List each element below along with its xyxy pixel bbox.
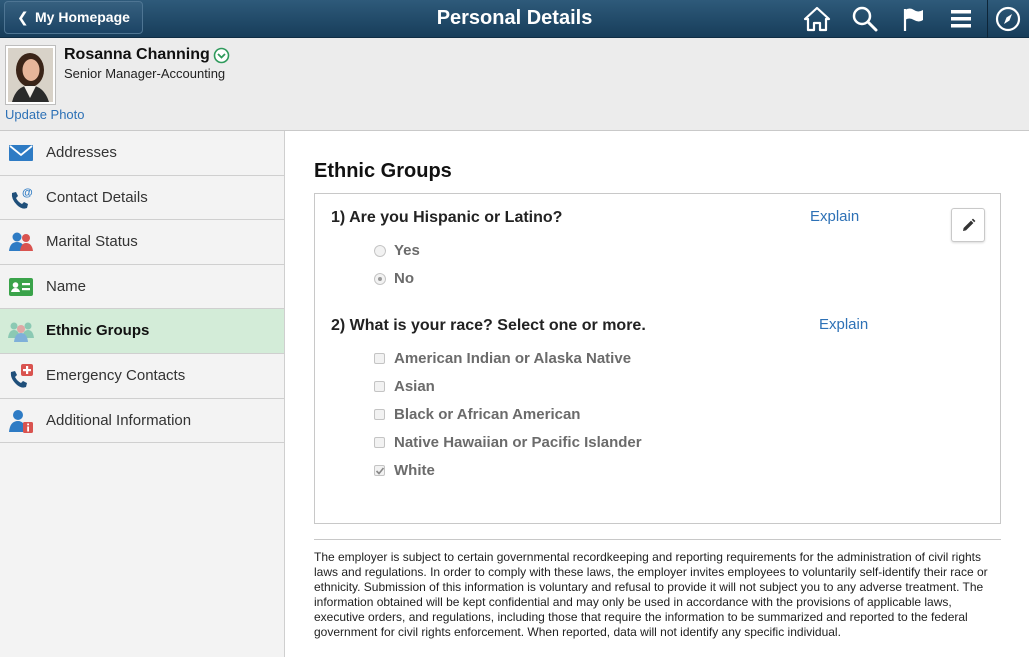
sidebar-item-label: Emergency Contacts [46,366,186,384]
checkbox-american-indian[interactable] [374,353,385,364]
employee-photo [5,45,56,105]
checkbox-native-hawaiian[interactable] [374,437,385,448]
top-banner: Personal Details ❮ My Homepage [0,0,1029,38]
back-button-label: My Homepage [35,9,130,25]
sidebar-item-addresses[interactable]: Addresses [0,131,284,176]
explain-race-link[interactable]: Explain [819,316,868,333]
sidebar-item-emergency-contacts[interactable]: Emergency Contacts [0,354,284,399]
menu-icon[interactable] [947,5,975,33]
radio-no[interactable] [374,273,386,285]
phone-at-icon: @ [8,185,34,211]
flag-icon[interactable] [899,5,927,33]
sidebar-item-label: Contact Details [46,188,148,206]
sidebar-item-label: Name [46,277,87,295]
people-icon [8,229,34,255]
checkbox-asian[interactable] [374,381,385,392]
checkmark-icon [375,467,385,475]
ethnic-groups-panel: 1) Are you Hispanic or Latino? Explain Y… [314,193,1001,524]
question-hispanic: 1) Are you Hispanic or Latino? [331,209,563,226]
group-icon [8,318,34,344]
radio-yes[interactable] [374,245,386,257]
sidebar-item-label: Marital Status [46,233,138,251]
explain-hispanic-link[interactable]: Explain [810,208,859,225]
chevron-left-icon: ❮ [17,9,29,25]
option-label: Yes [394,242,420,259]
employee-banner: Rosanna Channing Senior Manager-Accounti… [0,38,1029,131]
checkbox-black[interactable] [374,409,385,420]
search-icon[interactable] [851,5,879,33]
sidebar-item-ethnic-groups[interactable]: Ethnic Groups [0,309,284,354]
edit-button[interactable] [951,208,985,242]
sidebar-item-label: Ethnic Groups [46,322,150,340]
option-label: Black or African American [394,406,581,423]
option-label: White [394,462,435,479]
update-photo-link[interactable]: Update Photo [5,107,85,122]
sidebar-item-label: Addresses [46,144,117,161]
chevron-down-circle-icon[interactable] [213,47,230,64]
sidebar-nav: Addresses @ Contact Details Marital Stat… [0,131,285,657]
back-to-homepage-button[interactable]: ❮ My Homepage [4,1,143,34]
checkbox-white[interactable] [374,465,385,476]
option-label: American Indian or Alaska Native [394,350,632,367]
envelope-icon [8,140,34,166]
sidebar-item-additional-information[interactable]: Additional Information [0,399,284,444]
disclaimer-text: The employer is subject to certain gover… [314,550,988,639]
person-info-icon [8,408,34,434]
option-label: Native Hawaiian or Pacific Islander [394,434,642,451]
divider [314,539,1001,540]
option-label: Asian [394,378,435,395]
svg-text:@: @ [22,187,33,199]
header-divider [987,0,988,38]
sidebar-item-label: Additional Information [46,411,192,429]
sidebar-item-marital-status[interactable]: Marital Status [0,220,284,265]
question-race: 2) What is your race? Select one or more… [331,317,646,334]
main-content: Ethnic Groups 1) Are you Hispanic or Lat… [286,131,1029,657]
sidebar-item-name[interactable]: Name [0,265,284,310]
id-card-icon [8,274,34,300]
sidebar-item-contact-details[interactable]: @ Contact Details [0,176,284,221]
employee-name: Rosanna Channing [64,46,210,63]
phone-plus-icon [8,363,34,389]
compass-icon[interactable] [994,5,1022,33]
section-title: Ethnic Groups [314,160,452,182]
home-icon[interactable] [803,5,831,33]
employee-job-title: Senior Manager-Accounting [64,66,226,81]
pencil-icon [963,218,976,231]
option-label: No [394,270,414,287]
